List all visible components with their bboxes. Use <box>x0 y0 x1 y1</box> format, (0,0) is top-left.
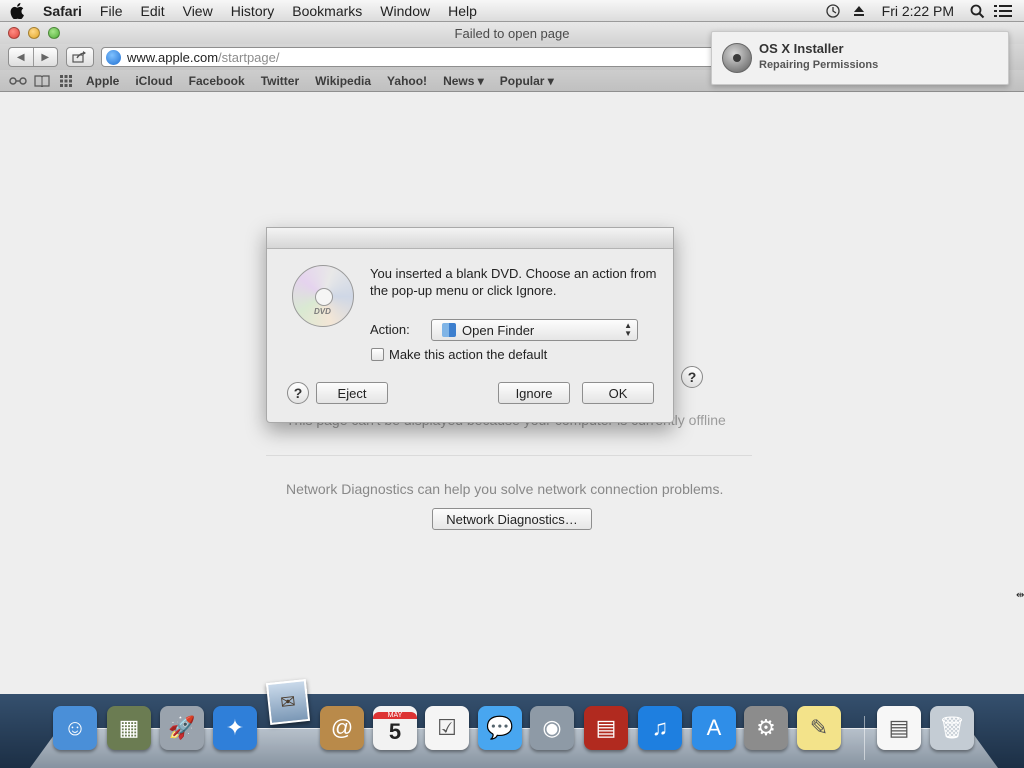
resize-cursor-icon: ⇹ <box>1016 590 1024 601</box>
action-popup-menu[interactable]: Open Finder ▲ ▼ <box>431 319 638 341</box>
dialog-help-button[interactable]: ? <box>287 382 309 404</box>
forward-button[interactable]: ▶ <box>32 48 58 66</box>
ok-button[interactable]: OK <box>582 382 654 404</box>
menu-safari[interactable]: Safari <box>34 3 91 19</box>
url-path: /startpage/ <box>218 49 280 65</box>
spotlight-search-icon[interactable] <box>964 0 990 22</box>
time-machine-icon[interactable] <box>820 0 846 22</box>
dialog-titlebar[interactable] <box>267 228 673 249</box>
share-icon <box>72 51 86 63</box>
top-sites-icon[interactable] <box>54 74 78 87</box>
action-label: Action: <box>370 322 410 337</box>
messages-glyph: 💬 <box>486 715 514 740</box>
back-forward-buttons: ◀ ▶ <box>8 47 58 67</box>
make-default-label[interactable]: Make this action the default <box>389 347 547 362</box>
trash-glyph: 🗑 <box>938 715 966 740</box>
bookmark-folder-news[interactable]: News ▾ <box>435 74 492 88</box>
bookmark-facebook[interactable]: Facebook <box>181 74 253 88</box>
photo-booth-glyph: ▤ <box>595 715 617 740</box>
menu-file[interactable]: File <box>91 3 132 19</box>
iphoto-glyph: ▦ <box>118 715 140 740</box>
safari-dock-glyph: ✦ <box>225 715 245 740</box>
notification-body: Repairing Permissions <box>759 59 879 71</box>
dvd-disc-label: DVD <box>314 307 331 316</box>
notification-banner[interactable]: OS X Installer Repairing Permissions <box>711 31 1009 85</box>
itunes-glyph: ♫ <box>651 715 669 740</box>
system-preferences-glyph: ⚙ <box>756 715 776 740</box>
bookmark-folder-popular[interactable]: Popular ▾ <box>492 74 562 88</box>
page-help-button[interactable]: ? <box>681 366 703 388</box>
safari-dock-icon[interactable]: ✦ <box>213 706 257 750</box>
address-bar[interactable]: www.apple.com/startpage/ <box>101 47 721 67</box>
bookmark-twitter[interactable]: Twitter <box>253 74 307 88</box>
globe-icon <box>106 49 121 65</box>
dvd-disc-icon: DVD <box>292 265 354 327</box>
back-arrow-icon: ◀ <box>16 51 25 63</box>
bookmark-yahoo[interactable]: Yahoo! <box>379 74 435 88</box>
app-store-icon[interactable]: A <box>692 706 736 750</box>
reminders-glyph: ☑ <box>437 715 457 740</box>
eject-icon[interactable] <box>846 0 872 22</box>
popup-arrows-icon: ▲ ▼ <box>624 321 632 338</box>
show-all-bookmarks-icon[interactable] <box>30 74 54 87</box>
stickies-glyph: ✎ <box>809 715 829 740</box>
reminders-icon[interactable]: ☑ <box>425 706 469 750</box>
launchpad-icon[interactable]: 🚀 <box>160 706 204 750</box>
share-button[interactable] <box>66 47 94 67</box>
document-glyph: ▤ <box>888 715 910 740</box>
mail-icon[interactable]: ✉ <box>265 679 311 725</box>
notification-center-icon[interactable] <box>990 0 1016 22</box>
stickies-icon[interactable]: ✎ <box>797 706 841 750</box>
trash-icon[interactable]: 🗑 <box>930 706 974 750</box>
clock[interactable]: Fri 2:22 PM <box>872 3 964 19</box>
dialog-message: You inserted a blank DVD. Choose an acti… <box>370 266 657 298</box>
apple-logo-icon[interactable] <box>0 2 34 19</box>
facetime-glyph: ◉ <box>542 715 562 740</box>
menu-bar: Safari File Edit View History Bookmarks … <box>0 0 1024 22</box>
launchpad-glyph: 🚀 <box>168 715 196 740</box>
system-preferences-icon[interactable]: ⚙ <box>744 706 788 750</box>
menu-view[interactable]: View <box>174 3 222 19</box>
blank-dvd-dialog: DVD You inserted a blank DVD. Choose an … <box>266 227 674 423</box>
url-host: www.apple.com <box>127 49 219 65</box>
forward-arrow-icon: ▶ <box>41 51 50 63</box>
menu-bookmarks[interactable]: Bookmarks <box>283 3 371 19</box>
contacts-icon[interactable]: @ <box>320 706 364 750</box>
finder-icon[interactable]: ☺ <box>53 706 97 750</box>
reading-list-icon[interactable] <box>6 76 30 86</box>
back-button[interactable]: ◀ <box>9 48 33 66</box>
contacts-glyph: @ <box>330 715 354 740</box>
facetime-icon[interactable]: ◉ <box>530 706 574 750</box>
app-store-glyph: A <box>706 715 722 740</box>
network-diagnostics-button[interactable]: Network Diagnostics… <box>432 508 592 530</box>
calendar-month-label: MAY <box>373 711 417 719</box>
dock-area: ☺ ▦ 🚀 ✦ @ MAY 5 ☑ 💬 ◉ ▤ ♫ A ⚙ ✎ ▤ 🗑 <box>0 694 1024 768</box>
bookmark-icloud[interactable]: iCloud <box>127 74 180 88</box>
make-default-checkbox[interactable] <box>371 348 384 361</box>
content-divider <box>266 455 752 456</box>
menu-history[interactable]: History <box>222 3 284 19</box>
calendar-icon[interactable]: MAY 5 <box>373 706 417 750</box>
os-x-installer-icon <box>722 43 752 73</box>
bookmark-wikipedia[interactable]: Wikipedia <box>307 74 379 88</box>
menu-edit[interactable]: Edit <box>131 3 173 19</box>
notification-title: OS X Installer <box>759 41 844 56</box>
iphoto-icon[interactable]: ▦ <box>107 706 151 750</box>
diagnostics-message: Network Diagnostics can help you solve n… <box>286 481 724 497</box>
eject-button[interactable]: Eject <box>316 382 388 404</box>
itunes-icon[interactable]: ♫ <box>638 706 682 750</box>
finder-glyph: ☺ <box>63 715 87 740</box>
calendar-day-label: 5 <box>388 718 402 744</box>
photo-booth-icon[interactable]: ▤ <box>584 706 628 750</box>
document-icon[interactable]: ▤ <box>877 706 921 750</box>
menu-help[interactable]: Help <box>439 3 486 19</box>
messages-icon[interactable]: 💬 <box>478 706 522 750</box>
ignore-button[interactable]: Ignore <box>498 382 570 404</box>
dock-separator <box>864 716 865 760</box>
bookmark-apple[interactable]: Apple <box>78 74 127 88</box>
finder-small-icon <box>442 323 456 337</box>
menu-window[interactable]: Window <box>371 3 439 19</box>
action-selected-value: Open Finder <box>462 322 535 338</box>
